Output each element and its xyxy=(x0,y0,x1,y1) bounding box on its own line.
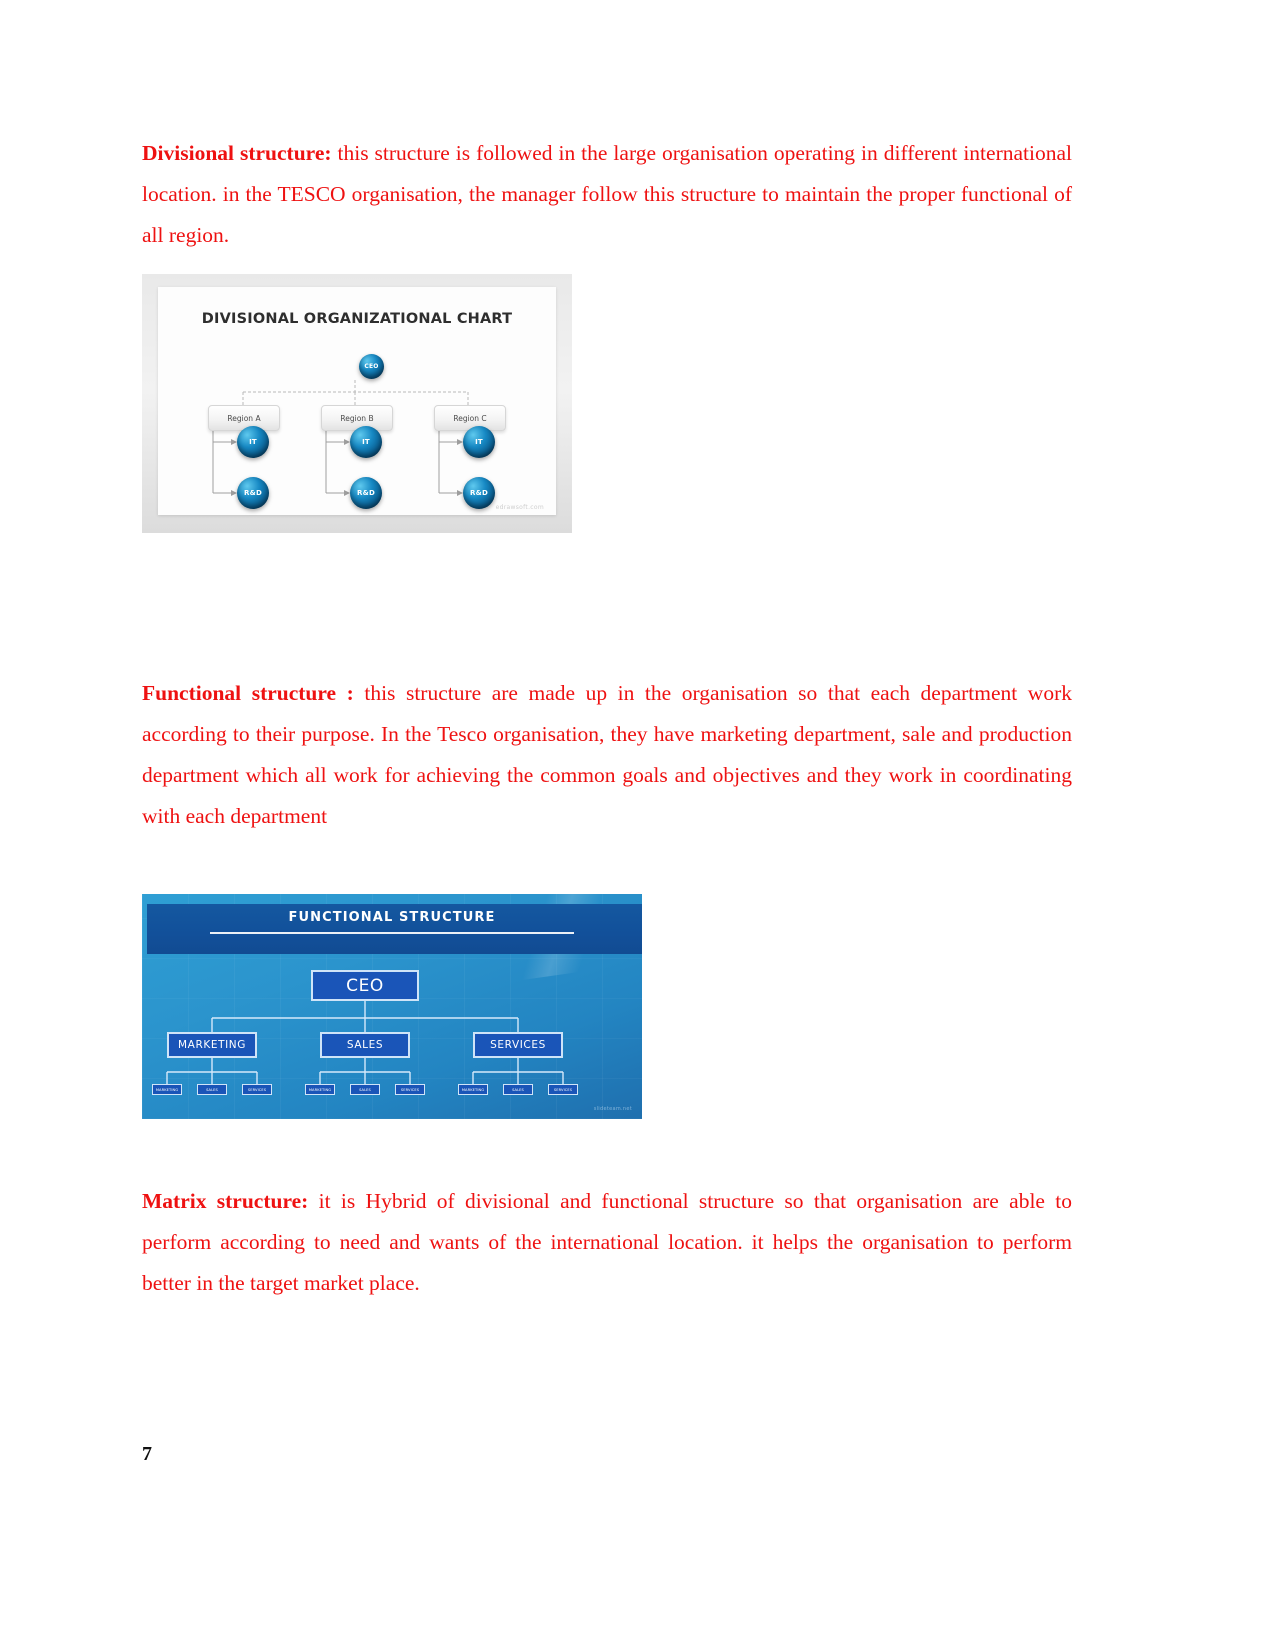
region-box-a: Region A xyxy=(208,405,280,431)
paragraph-functional: Functional structure : this structure ar… xyxy=(142,673,1072,837)
region-box-c: Region C xyxy=(434,405,506,431)
functional-chart-image: FUNCTIONAL STRUCTURE CEO MARKETING SALES… xyxy=(142,894,642,1119)
functional-chart-watermark: slideteam.net xyxy=(593,1106,632,1112)
functional-node-marketing: MARKETING xyxy=(167,1032,257,1058)
functional-chart-title-rule xyxy=(210,932,574,934)
document-page: Divisional structure: this structure is … xyxy=(0,0,1275,1651)
functional-node-sales: SALES xyxy=(320,1032,410,1058)
paragraph-divisional: Divisional structure: this structure is … xyxy=(142,133,1072,256)
functional-subnode-1-services: SERVICES xyxy=(242,1084,272,1095)
node-rd-region-a: R&D xyxy=(237,477,269,509)
region-box-b: Region B xyxy=(321,405,393,431)
functional-node-services: SERVICES xyxy=(473,1032,563,1058)
node-it-region-b: IT xyxy=(350,426,382,458)
heading-divisional: Divisional structure: xyxy=(142,141,332,165)
functional-subnode-1-sales: SALES xyxy=(197,1084,227,1095)
page-number: 7 xyxy=(142,1443,152,1465)
divisional-chart-image: DIVISIONAL ORGANIZATIONAL CHART CEO Regi… xyxy=(142,274,572,533)
heading-functional: Functional structure : xyxy=(142,681,354,705)
functional-subnode-3-marketing: MARKETING xyxy=(458,1084,488,1095)
functional-node-ceo: CEO xyxy=(311,970,419,1001)
node-it-region-a: IT xyxy=(237,426,269,458)
functional-subnode-2-sales: SALES xyxy=(350,1084,380,1095)
functional-subnode-3-services: SERVICES xyxy=(548,1084,578,1095)
node-rd-region-b: R&D xyxy=(350,477,382,509)
functional-subnode-2-marketing: MARKETING xyxy=(305,1084,335,1095)
divisional-chart-card: DIVISIONAL ORGANIZATIONAL CHART CEO Regi… xyxy=(158,287,556,515)
heading-matrix: Matrix structure: xyxy=(142,1189,309,1213)
divisional-chart-title: DIVISIONAL ORGANIZATIONAL CHART xyxy=(201,311,513,327)
functional-chart-title: FUNCTIONAL STRUCTURE xyxy=(288,910,496,925)
node-rd-region-c: R&D xyxy=(463,477,495,509)
functional-subnode-3-sales: SALES xyxy=(503,1084,533,1095)
functional-subnode-2-services: SERVICES xyxy=(395,1084,425,1095)
node-it-region-c: IT xyxy=(463,426,495,458)
node-ceo: CEO xyxy=(359,354,384,379)
paragraph-matrix: Matrix structure: it is Hybrid of divisi… xyxy=(142,1181,1072,1304)
functional-subnode-1-marketing: MARKETING xyxy=(152,1084,182,1095)
page-content: Divisional structure: this structure is … xyxy=(142,133,1072,1304)
divisional-chart-watermark: edrawsoft.com xyxy=(495,504,544,511)
